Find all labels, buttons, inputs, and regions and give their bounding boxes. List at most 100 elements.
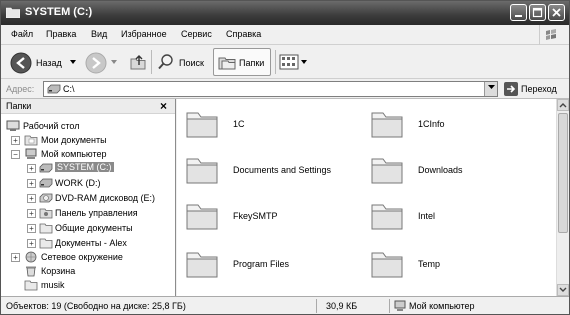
title-bar[interactable]: SYSTEM (C:) [1,1,569,25]
close-button[interactable] [548,4,565,21]
address-input[interactable]: C:\ [43,81,498,97]
expand-toggle[interactable]: + [27,179,36,188]
tree-item-recycle-bin[interactable]: Корзина [24,264,169,278]
back-button[interactable]: Назад [7,48,79,76]
menu-view[interactable]: Вид [91,29,107,39]
tree-item-work-d[interactable]: + WORK (D:) [27,176,172,190]
folder-icon [371,252,403,278]
file-item[interactable]: Documents and Settings [185,149,355,189]
folders-panel: Папки × Рабочий стол + Мои документы − М… [1,99,176,296]
maximize-button[interactable] [529,4,546,21]
folders-panel-close-button[interactable]: × [160,99,167,113]
status-objects: Объектов: 19 (Свободно на диске: 25,8 ГБ… [6,301,186,311]
expand-toggle[interactable]: + [27,164,36,173]
tree-item-network[interactable]: + Сетевое окружение [11,250,171,264]
tree-item-label: musik [41,280,65,290]
minimize-button[interactable] [510,4,527,21]
tree-item-control-panel[interactable]: + Панель управления [27,206,172,220]
menu-tools[interactable]: Сервис [181,29,212,39]
menu-help[interactable]: Справка [226,29,261,39]
tree-item-label: Панель управления [55,208,138,218]
go-arrow-icon [507,85,516,93]
up-folder-icon [130,55,146,70]
control-panel-icon [39,208,53,219]
scroll-thumb[interactable] [558,113,568,233]
up-folder-button[interactable] [127,48,149,76]
go-button[interactable] [504,82,518,96]
menu-favorites[interactable]: Избранное [121,29,167,39]
forward-button[interactable] [85,48,119,76]
file-item[interactable]: Temp [370,243,540,283]
folder-icon [371,112,403,138]
recycle-bin-icon [26,266,36,277]
views-button[interactable] [279,48,309,76]
windows-logo [539,25,561,45]
tree-item-alex-documents[interactable]: + Документы - Alex [27,236,172,250]
file-list-area: 1C 1CInfo Documents and Settings Downloa… [177,99,569,296]
collapse-toggle[interactable]: − [11,150,20,159]
address-value: C:\ [63,84,75,94]
file-item[interactable]: 1C [185,103,355,143]
tree-item-label: Общие документы [55,223,133,233]
search-button[interactable]: Поиск [155,48,210,76]
go-label[interactable]: Переход [521,84,557,94]
back-label: Назад [36,58,62,68]
file-item[interactable]: 1CInfo [370,103,540,143]
address-dropdown-button[interactable] [484,82,497,96]
vertical-scrollbar[interactable] [556,99,569,296]
expand-toggle[interactable]: + [27,239,36,248]
back-arrow-icon [10,52,32,74]
folder-icon [186,204,218,230]
tree-item-my-documents[interactable]: + Мои документы [11,133,171,147]
expand-toggle[interactable]: + [11,253,20,262]
folders-label: Папки [239,58,265,68]
file-name: 1C [233,119,245,129]
folders-button[interactable]: Папки [213,48,271,76]
hard-drive-icon [47,84,61,94]
file-item[interactable]: Downloads [370,149,540,189]
expand-toggle[interactable]: + [27,224,36,233]
maximize-icon [532,7,543,18]
dvd-drive-icon [39,193,53,203]
tree-item-label: Рабочий стол [23,121,80,131]
file-item[interactable]: Intel [370,195,540,235]
tree-item-label: Мои документы [41,135,107,145]
tree-item-shared-documents[interactable]: + Общие документы [27,221,172,235]
search-icon [158,54,173,70]
file-name: Documents and Settings [233,165,332,175]
folder-icon [39,223,53,234]
views-icon [279,54,299,70]
tree-item-label: SYSTEM (C:) [55,162,114,172]
explorer-window: SYSTEM (C:) Файл Правка Вид Избранное Се… [0,0,570,315]
my-computer-icon [25,148,37,159]
folders-icon [218,57,236,70]
expand-toggle[interactable]: + [27,209,36,218]
menu-file[interactable]: Файл [11,29,33,39]
tree-item-system-c[interactable]: + SYSTEM (C:) [27,161,172,175]
tree-item-label: WORK (D:) [55,178,101,188]
tree-item-label: Сетевое окружение [41,252,123,262]
tree-item-musik[interactable]: musik [24,278,169,292]
expand-toggle[interactable]: + [27,194,36,203]
tree-item-dvd-drive[interactable]: + DVD-RAM дисковод (E:) [27,191,172,205]
hard-drive-icon [39,178,53,188]
file-name: FkeySMTP [233,211,278,221]
status-separator [316,299,317,313]
file-item[interactable]: Program Files [185,243,355,283]
scroll-up-button[interactable] [557,99,569,111]
menu-bar: Файл Правка Вид Избранное Сервис Справка [1,25,569,45]
folder-icon [24,280,38,291]
status-separator [389,299,390,313]
address-label: Адрес: [6,84,35,94]
tree-item-my-computer[interactable]: − Мой компьютер [11,147,171,161]
desktop-icon [6,120,20,131]
menu-edit[interactable]: Правка [46,29,76,39]
scroll-down-button[interactable] [557,284,569,296]
tree-item-desktop[interactable]: Рабочий стол [6,119,166,133]
folder-icon [371,204,403,230]
expand-toggle[interactable]: + [11,136,20,145]
file-item[interactable]: FkeySMTP [185,195,355,235]
status-size: 30,9 КБ [326,301,358,311]
tree-item-label: Мой компьютер [41,149,107,159]
my-computer-icon [394,300,406,311]
